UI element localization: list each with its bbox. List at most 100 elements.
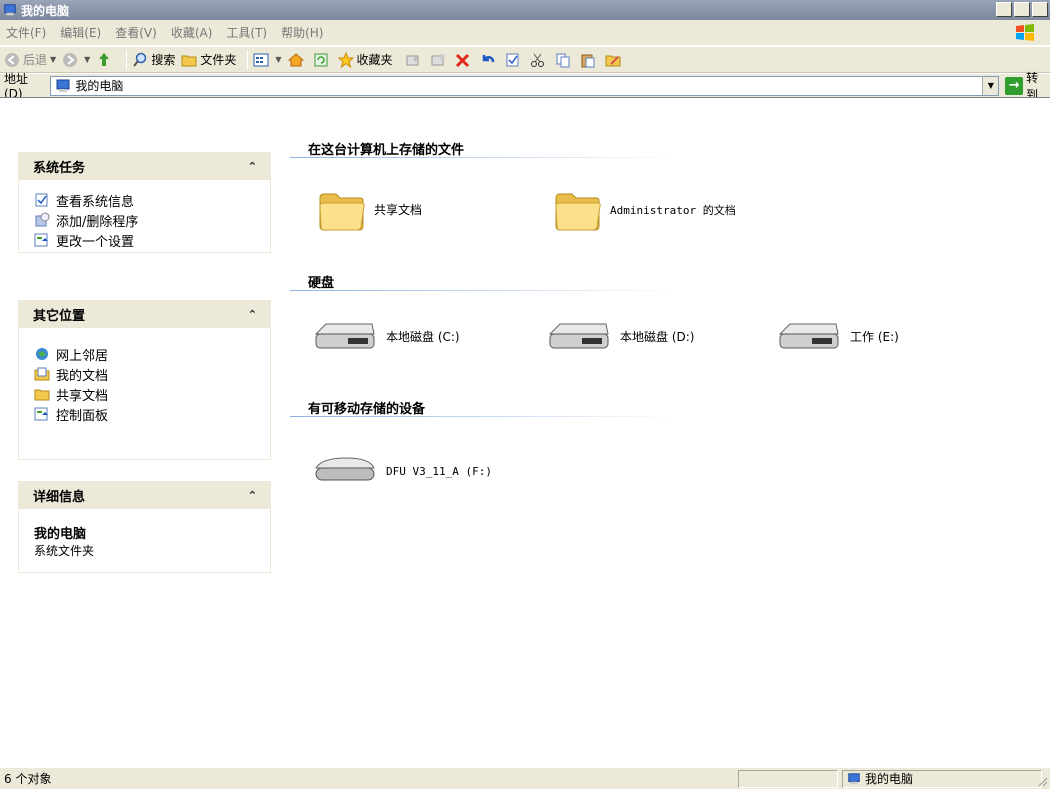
menu-favorites[interactable]: 收藏(A): [171, 24, 213, 41]
add-remove-programs-link[interactable]: 添加/删除程序: [34, 210, 260, 230]
network-icon: [36, 348, 48, 360]
status-cell-empty: [738, 769, 838, 788]
hard-drive-icon: [314, 323, 375, 349]
folder-icon: [181, 55, 197, 66]
copy-to-icon: [431, 53, 445, 65]
menu-help[interactable]: 帮助(H): [281, 24, 323, 41]
details-title: 详细信息: [33, 489, 86, 505]
cut-button[interactable]: [530, 52, 549, 68]
chevron-down-icon[interactable]: ▼: [275, 55, 281, 64]
chevron-down-icon[interactable]: ▼: [50, 55, 56, 64]
chevron-down-icon[interactable]: ▼: [84, 55, 90, 64]
copy-button[interactable]: [555, 52, 574, 68]
toolbar: 后退 ▼ ▼ 搜索 文件夹 ▼ 收藏夹: [0, 47, 1050, 73]
object-count: 6 个对象: [4, 772, 52, 786]
folder-icon: [319, 193, 365, 231]
view-system-info-link[interactable]: 查看系统信息: [34, 190, 260, 210]
home-button[interactable]: [287, 52, 307, 68]
forward-button[interactable]: ▼: [62, 52, 90, 68]
control-panel-link[interactable]: 控制面板: [34, 404, 260, 424]
item-label: DFU V3_11_A (F:): [386, 464, 492, 478]
system-tasks-panel: 系统任务 ⌃ 查看系统信息 添加/删除程序 更改一个设置: [18, 152, 271, 253]
main-content: 系统任务 ⌃ 查看系统信息 添加/删除程序 更改一个设置 其它位置 ⌃ 网上邻居…: [0, 97, 1050, 768]
search-button[interactable]: 搜索: [132, 51, 175, 68]
delete-button[interactable]: [455, 52, 474, 68]
shared-documents-link[interactable]: 共享文档: [34, 384, 260, 404]
undo-icon: [482, 54, 494, 62]
menu-view[interactable]: 查看(V): [115, 24, 157, 41]
group-header-removable: 有可移动存储的设备: [308, 402, 426, 417]
administrator-documents-folder[interactable]: Administrator 的文档: [552, 186, 760, 234]
properties-icon: [506, 53, 519, 66]
system-info-icon: [35, 193, 48, 207]
undo-button[interactable]: [480, 52, 499, 68]
removable-disk-f[interactable]: DFU V3_11_A (F:): [312, 454, 492, 488]
paste-icon: [581, 54, 595, 67]
move-to-button[interactable]: [405, 52, 424, 68]
collapse-icon[interactable]: ⌃: [248, 160, 257, 173]
status-bar: 6 个对象 我的电脑: [0, 767, 1050, 789]
local-disk-c[interactable]: 本地磁盘 (C:): [312, 320, 460, 354]
views-button[interactable]: ▼: [253, 52, 282, 68]
folder-options-button[interactable]: [605, 52, 624, 68]
favorites-button[interactable]: 收藏夹: [337, 51, 393, 68]
other-places-header[interactable]: 其它位置 ⌃: [18, 300, 271, 328]
status-location-label: 我的电脑: [865, 772, 914, 786]
toolbar-separator: [247, 49, 249, 70]
views-icon: [253, 53, 269, 66]
folder-options-icon: [605, 55, 621, 66]
go-arrow-icon: →: [1005, 76, 1024, 95]
address-input[interactable]: 我的电脑 ▼: [50, 75, 1000, 96]
toolbar-separator: [126, 49, 128, 70]
address-bar: 地址(D) 我的电脑 ▼ → 转到: [0, 71, 1050, 102]
menu-tools[interactable]: 工具(T): [226, 24, 267, 41]
other-places-panel: 其它位置 ⌃ 网上邻居 我的文档 共享文档 控制面板: [18, 300, 271, 460]
back-label: 后退: [23, 53, 48, 67]
cut-icon: [530, 53, 544, 67]
my-documents-icon: [34, 367, 50, 381]
collapse-icon[interactable]: ⌃: [248, 308, 257, 321]
back-button[interactable]: 后退 ▼: [4, 51, 56, 68]
details-header[interactable]: 详细信息 ⌃: [18, 481, 271, 509]
folders-label: 文件夹: [200, 53, 237, 67]
local-disk-d[interactable]: 本地磁盘 (D:): [546, 320, 694, 354]
group-divider: [290, 416, 680, 417]
minimize-button[interactable]: [996, 2, 1012, 17]
my-documents-link[interactable]: 我的文档: [34, 364, 260, 384]
title-bar[interactable]: 我的电脑: [0, 0, 1050, 20]
menu-bar: 文件(F) 编辑(E) 查看(V) 收藏(A) 工具(T) 帮助(H): [0, 20, 1050, 46]
menu-edit[interactable]: 编辑(E): [60, 24, 101, 41]
favorites-label: 收藏夹: [356, 53, 393, 67]
search-label: 搜索: [151, 53, 176, 67]
add-remove-programs-icon: [35, 212, 50, 227]
folders-button[interactable]: 文件夹: [181, 51, 236, 68]
work-disk-e[interactable]: 工作 (E:): [776, 320, 899, 354]
item-label: 共享文档: [374, 202, 423, 217]
chevron-down-icon[interactable]: ▼: [982, 76, 999, 95]
collapse-icon[interactable]: ⌃: [248, 489, 257, 502]
paste-button[interactable]: [580, 52, 599, 68]
other-places-title: 其它位置: [33, 308, 86, 324]
group-header-files: 在这台计算机上存储的文件: [308, 143, 465, 158]
status-location: 我的电脑: [842, 769, 1042, 788]
hard-drive-icon: [778, 323, 839, 349]
copy-icon: [556, 53, 570, 67]
group-header-hard-disks: 硬盘: [308, 276, 335, 291]
hard-drive-icon: [548, 323, 609, 349]
maximize-button[interactable]: [1014, 2, 1030, 17]
refresh-button[interactable]: [313, 52, 332, 68]
shared-documents-folder[interactable]: 共享文档: [316, 186, 422, 234]
resize-grip-icon[interactable]: [1036, 775, 1048, 787]
change-setting-link[interactable]: 更改一个设置: [34, 230, 260, 250]
menu-file[interactable]: 文件(F): [6, 24, 46, 41]
group-divider: [290, 290, 680, 291]
windows-logo-icon: [1008, 23, 1042, 43]
close-button[interactable]: [1032, 2, 1048, 17]
folder-icon: [34, 389, 50, 401]
system-tasks-header[interactable]: 系统任务 ⌃: [18, 152, 271, 180]
network-places-link[interactable]: 网上邻居: [34, 344, 260, 364]
back-arrow-icon: [5, 52, 19, 67]
up-button[interactable]: [96, 52, 115, 68]
copy-to-button[interactable]: [430, 52, 449, 68]
properties-button[interactable]: [505, 52, 524, 68]
